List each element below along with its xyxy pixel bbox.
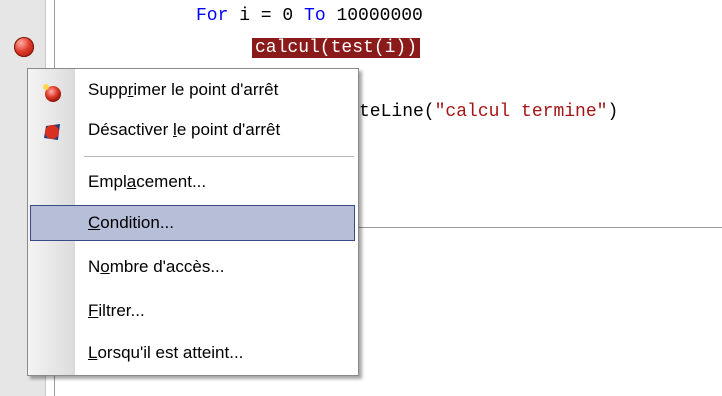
breakpoint-delete-icon (43, 84, 61, 102)
code-line-breakpoint[interactable]: calcul(test(i)) (252, 38, 421, 58)
menu-item-condition[interactable]: Condition... (30, 205, 355, 241)
breakpoint-highlight: calcul(test(i)) (252, 38, 421, 58)
menu-item-disable-breakpoint[interactable]: Désactiver le point d'arrêt (30, 112, 355, 148)
menu-item-filter[interactable]: Filtrer... (30, 293, 355, 329)
code-line-writeline[interactable]: teLine("calcul termine") (359, 102, 618, 122)
menu-separator (84, 156, 354, 157)
menu-item-location[interactable]: Emplacement... (30, 164, 355, 200)
code-line-for[interactable]: For i = 0 To 10000000 (196, 6, 423, 26)
keyword-to: To (304, 6, 326, 26)
code-writeline-prefix: teLine( (359, 102, 435, 122)
editor-separator (357, 227, 722, 228)
menu-item-hit-count[interactable]: Nombre d'accès... (30, 249, 355, 285)
code-for-limit: 10000000 (325, 6, 423, 26)
code-writeline-suffix: ) (607, 102, 619, 122)
menu-item-when-hit[interactable]: Lorsqu'il est atteint... (30, 335, 355, 371)
breakpoint-icon[interactable] (14, 37, 34, 57)
breakpoint-context-menu: Supprimer le point d'arrêt Désactiver le… (27, 68, 359, 376)
breakpoint-disable-icon (44, 124, 60, 140)
menu-item-delete-breakpoint[interactable]: Supprimer le point d'arrêt (30, 72, 355, 108)
code-for-range: i = 0 (228, 6, 305, 26)
keyword-for: For (196, 6, 229, 26)
code-string-literal: "calcul termine" (434, 102, 608, 122)
